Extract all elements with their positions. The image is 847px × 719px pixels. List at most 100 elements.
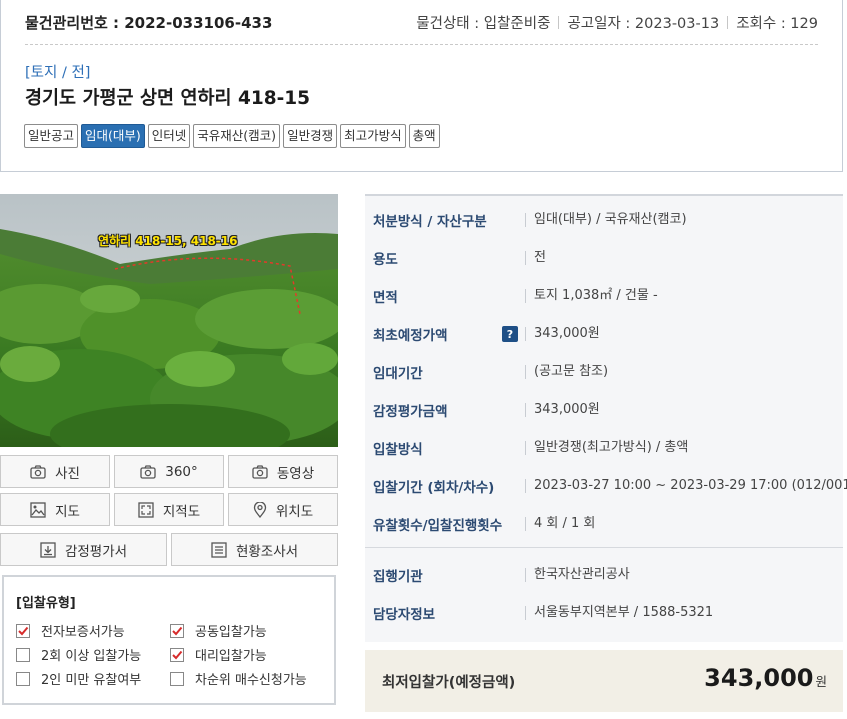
appraisal-report-button-label: 감정평가서 bbox=[64, 543, 128, 560]
info-value: 4 회 / 1 회 bbox=[525, 517, 595, 531]
info-row-contact: 담당자정보 서울동부지역본부 / 1588-5321 bbox=[365, 594, 843, 632]
tag-highest-price: 최고가방식 bbox=[340, 124, 406, 148]
bid-type-title: [입찰유형] bbox=[16, 596, 76, 611]
bid-option-e-guarantee: 전자보증서가능 bbox=[16, 621, 125, 640]
info-label: 집행기관 bbox=[373, 569, 423, 585]
download-icon bbox=[40, 541, 56, 558]
checkbox-checked bbox=[170, 623, 184, 638]
management-number: 물건관리번호 : 2022-033106-433 bbox=[25, 14, 273, 32]
location-pin-icon bbox=[253, 501, 267, 518]
tag-total-amount: 총액 bbox=[408, 124, 440, 148]
info-value: 토지 1,038㎡ / 건물 - bbox=[525, 289, 658, 303]
bid-option-label: 전자보증서가능 bbox=[41, 625, 125, 640]
tag-list: 일반공고 임대(대부) 인터넷 국유재산(캠코) 일반경쟁 최고가방식 총액 bbox=[24, 124, 443, 148]
info-row-appraisal: 감정평가금액 343,000원 bbox=[365, 391, 843, 429]
image-icon bbox=[30, 501, 46, 518]
minimum-bid-price: 최저입찰가(예정금액) 343,000 원 bbox=[365, 650, 843, 712]
bid-option-label: 공동입찰가능 bbox=[195, 625, 267, 640]
survey-report-button-label: 현황조사서 bbox=[235, 543, 299, 560]
info-label: 최초예정가액 bbox=[373, 328, 448, 344]
info-label: 감정평가금액 bbox=[373, 404, 448, 420]
info-row-initial-price: 최초예정가액 ? 343,000원 bbox=[365, 315, 843, 353]
notice-date: 공고일자 : 2023-03-13 bbox=[567, 16, 720, 32]
info-value: (공고문 참조) bbox=[525, 365, 608, 379]
tag-general-competition: 일반경쟁 bbox=[283, 124, 338, 148]
cadastral-map-button-label: 지적도 bbox=[162, 503, 201, 520]
info-label: 용도 bbox=[373, 252, 398, 268]
checkbox-unchecked bbox=[170, 671, 184, 686]
info-row-lease-period: 임대기간 (공고문 참조) bbox=[365, 353, 843, 391]
item-address: 경기도 가평군 상면 연하리 418-15 bbox=[25, 88, 311, 109]
tag-internet: 인터넷 bbox=[147, 124, 191, 148]
photo-button[interactable]: 사진 bbox=[0, 455, 110, 488]
item-status: 물건상태 : 입찰준비중 bbox=[416, 16, 551, 32]
info-label: 처분방식 / 자산구분 bbox=[373, 214, 487, 230]
info-value: 343,000원 bbox=[525, 403, 600, 417]
checkbox-unchecked bbox=[16, 647, 30, 662]
map-button-label: 지도 bbox=[55, 503, 80, 520]
info-value: 343,000원 bbox=[525, 327, 600, 341]
video-button-label: 동영상 bbox=[276, 465, 315, 482]
info-row-fail-count: 유찰횟수/입찰진행횟수 4 회 / 1 회 bbox=[365, 505, 843, 543]
info-label: 입찰기간 (회차/차수) bbox=[373, 480, 495, 496]
help-icon[interactable]: ? bbox=[502, 326, 518, 342]
info-row-usage: 용도 전 bbox=[365, 239, 843, 277]
info-value: 한국자산관리공사 bbox=[525, 568, 630, 582]
price-number: 343,000 bbox=[704, 664, 814, 692]
meta-separator bbox=[727, 16, 729, 29]
bid-option-second-rank: 차순위 매수신청가능 bbox=[170, 669, 307, 688]
bid-option-proxy-bid: 대리입찰가능 bbox=[170, 645, 267, 664]
info-label: 담당자정보 bbox=[373, 607, 436, 623]
minimum-bid-price-amount: 343,000 원 bbox=[704, 664, 827, 692]
document-list-icon bbox=[211, 541, 227, 558]
info-label: 임대기간 bbox=[373, 366, 423, 382]
header-divider bbox=[25, 44, 818, 45]
bid-option-label: 대리입찰가능 bbox=[195, 649, 267, 664]
tag-lease: 임대(대부) bbox=[81, 124, 145, 148]
info-row-agency: 집행기관 한국자산관리공사 bbox=[365, 556, 843, 594]
item-category: [토지 / 전] bbox=[25, 65, 91, 81]
checkbox-checked bbox=[170, 647, 184, 662]
info-value: 전 bbox=[525, 251, 546, 265]
minimum-bid-price-label: 최저입찰가(예정금액) bbox=[382, 675, 516, 691]
bid-option-label: 2회 이상 입찰가능 bbox=[41, 649, 142, 664]
info-row-bid-period: 입찰기간 (회차/차수) 2023-03-27 10:00 ~ 2023-03-… bbox=[365, 467, 847, 505]
info-label: 입찰방식 bbox=[373, 442, 423, 458]
view-count: 조회수 : 129 bbox=[736, 16, 818, 32]
tag-general-notice: 일반공고 bbox=[24, 124, 79, 148]
tag-state-property: 국유재산(캠코) bbox=[193, 124, 281, 148]
survey-report-button[interactable]: 현황조사서 bbox=[171, 533, 338, 566]
property-info-table: 처분방식 / 자산구분 임대(대부) / 국유재산(캠코) 용도 전 면적 토지… bbox=[365, 194, 847, 642]
header-top-row: 물건관리번호 : 2022-033106-433 물건상태 : 입찰준비중 공고일… bbox=[25, 12, 818, 32]
map-button[interactable]: 지도 bbox=[0, 493, 110, 526]
checkbox-unchecked bbox=[16, 671, 30, 686]
info-divider bbox=[365, 547, 843, 548]
bid-option-under-two-bidders: 2인 미만 유찰여부 bbox=[16, 669, 141, 688]
bid-option-multiple-bids: 2회 이상 입찰가능 bbox=[16, 645, 141, 664]
info-value: 임대(대부) / 국유재산(캠코) bbox=[525, 213, 687, 227]
video-button[interactable]: 동영상 bbox=[228, 455, 338, 488]
cadastral-map-button[interactable]: 지적도 bbox=[114, 493, 224, 526]
info-row-area: 면적 토지 1,038㎡ / 건물 - bbox=[365, 277, 843, 315]
photo-caption: 연하리 418-15, 418-16 bbox=[98, 234, 238, 248]
expand-frame-icon bbox=[138, 501, 154, 518]
info-value: 2023-03-27 10:00 ~ 2023-03-29 17:00 (012… bbox=[525, 479, 847, 493]
info-label: 유찰횟수/입찰진행횟수 bbox=[373, 518, 503, 534]
checkbox-checked bbox=[16, 623, 30, 638]
view360-button[interactable]: 360° bbox=[114, 455, 224, 488]
bid-type-panel: [입찰유형] 전자보증서가능 공동입찰가능 2회 이상 입찰가능 대리입찰가능 … bbox=[2, 575, 336, 705]
checkmark-icon bbox=[172, 650, 183, 659]
camera-icon bbox=[252, 464, 268, 479]
info-value: 서울동부지역본부 / 1588-5321 bbox=[525, 606, 713, 620]
location-map-button[interactable]: 위치도 bbox=[228, 493, 338, 526]
view360-button-label: 360° bbox=[165, 463, 198, 480]
bid-option-joint-bid: 공동입찰가능 bbox=[170, 621, 267, 640]
appraisal-report-button[interactable]: 감정평가서 bbox=[0, 533, 167, 566]
location-map-button-label: 위치도 bbox=[275, 503, 314, 520]
header-meta: 물건상태 : 입찰준비중 공고일자 : 2023-03-13 조회수 : 129 bbox=[416, 12, 818, 33]
camera-icon bbox=[30, 464, 46, 479]
info-row-disposal: 처분방식 / 자산구분 임대(대부) / 국유재산(캠코) bbox=[365, 201, 843, 239]
property-photo[interactable]: 연하리 418-15, 418-16 bbox=[0, 194, 338, 447]
bid-option-label: 2인 미만 유찰여부 bbox=[41, 673, 142, 688]
checkmark-icon bbox=[172, 626, 183, 635]
